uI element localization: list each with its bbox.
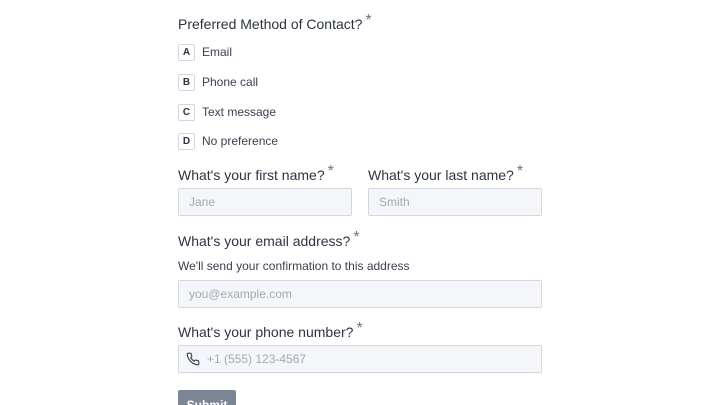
email-label-text: What's your email address?: [178, 233, 351, 249]
choice-text-message[interactable]: C Text message: [178, 102, 276, 122]
choice-no-preference[interactable]: D No preference: [178, 131, 278, 151]
first-name-label: What's your first name? *: [178, 163, 334, 185]
required-asterisk: *: [327, 163, 334, 180]
contact-form: Preferred Method of Contact? * A Email B …: [0, 0, 720, 405]
choice-phone-call[interactable]: B Phone call: [178, 72, 258, 92]
required-asterisk: *: [353, 229, 360, 246]
phone-field[interactable]: [178, 345, 542, 373]
last-name-input[interactable]: [368, 188, 542, 216]
phone-icon: [185, 351, 201, 367]
last-name-label: What's your last name? *: [368, 163, 523, 185]
choice-key: D: [178, 132, 195, 150]
contact-method-title: Preferred Method of Contact?: [178, 16, 363, 32]
submit-button[interactable]: Submit: [178, 390, 236, 405]
choice-label: Phone call: [202, 75, 259, 89]
choice-key: A: [178, 43, 195, 61]
phone-label: What's your phone number? *: [178, 320, 363, 342]
email-label: What's your email address? *: [178, 229, 360, 251]
email-helper-text: We'll send your confirmation to this add…: [178, 259, 410, 273]
first-name-label-text: What's your first name?: [178, 167, 325, 183]
required-asterisk: *: [365, 12, 372, 29]
choice-label: No preference: [202, 134, 279, 148]
choice-email[interactable]: A Email: [178, 42, 232, 62]
choice-key: C: [178, 103, 195, 121]
phone-label-text: What's your phone number?: [178, 324, 354, 340]
choice-label: Text message: [202, 105, 277, 119]
required-asterisk: *: [516, 163, 524, 180]
contact-method-question: Preferred Method of Contact? *: [178, 12, 372, 34]
required-asterisk: *: [356, 320, 363, 337]
last-name-label-text: What's your last name?: [368, 167, 514, 183]
choice-key: B: [178, 73, 195, 91]
phone-input[interactable]: [205, 345, 541, 373]
email-input[interactable]: [178, 280, 542, 308]
choice-label: Email: [202, 45, 233, 59]
first-name-input[interactable]: [178, 188, 352, 216]
